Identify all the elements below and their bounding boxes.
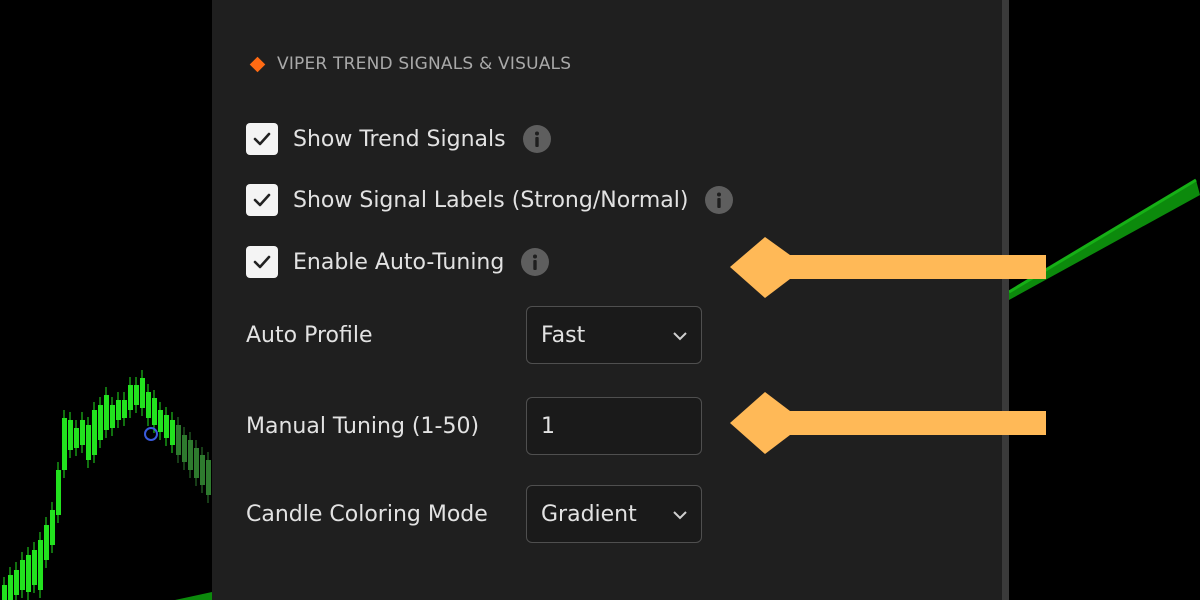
candle-coloring-mode-select[interactable]: Gradient bbox=[526, 485, 702, 543]
candle-body bbox=[164, 415, 169, 438]
auto-profile-label: Auto Profile bbox=[246, 323, 373, 348]
candle-body bbox=[44, 525, 49, 560]
candle-body bbox=[26, 555, 31, 592]
info-icon[interactable] bbox=[705, 186, 734, 214]
candle-body bbox=[110, 405, 115, 428]
candle-body bbox=[182, 435, 187, 462]
chevron-down-icon bbox=[673, 511, 687, 520]
candle-body bbox=[2, 585, 7, 600]
candle-body bbox=[38, 540, 43, 590]
manual-tuning-input[interactable]: 1 bbox=[526, 397, 702, 455]
manual-tuning-label: Manual Tuning (1-50) bbox=[246, 414, 480, 439]
show-signal-labels-label[interactable]: Show Signal Labels (Strong/Normal) bbox=[293, 188, 688, 213]
checkbox-row-enable-auto-tuning[interactable]: Enable Auto-Tuning bbox=[246, 245, 550, 279]
candle-body bbox=[32, 550, 37, 585]
auto-profile-select[interactable]: Fast bbox=[526, 306, 702, 364]
show-signal-labels-checkbox[interactable] bbox=[246, 184, 278, 216]
candle-coloring-mode-value: Gradient bbox=[541, 501, 637, 527]
show-trend-signals-label[interactable]: Show Trend Signals bbox=[293, 127, 506, 152]
candles-group bbox=[2, 370, 211, 600]
candle-body bbox=[56, 470, 61, 515]
candle-body bbox=[140, 378, 145, 408]
candle-body bbox=[122, 400, 127, 418]
candle-body bbox=[92, 410, 97, 455]
candle-body bbox=[14, 570, 19, 595]
candle-body bbox=[104, 395, 109, 430]
checkbox-row-show-signal-labels[interactable]: Show Signal Labels (Strong/Normal) bbox=[246, 183, 734, 217]
candle-body bbox=[134, 385, 139, 405]
candle-body bbox=[200, 455, 205, 485]
enable-auto-tuning-checkbox[interactable] bbox=[246, 246, 278, 278]
candle-body bbox=[158, 410, 163, 432]
checkbox-row-show-trend-signals[interactable]: Show Trend Signals bbox=[246, 122, 551, 156]
candle-body bbox=[8, 575, 13, 600]
candle-coloring-mode-label: Candle Coloring Mode bbox=[246, 502, 488, 527]
panel-scrollbar-edge bbox=[1002, 0, 1009, 600]
trend-ribbon bbox=[1009, 180, 1200, 300]
candle-body bbox=[188, 440, 193, 470]
candle-body bbox=[50, 510, 55, 545]
trend-ribbon-lower bbox=[175, 592, 212, 600]
candle-body bbox=[146, 392, 151, 418]
candle-body bbox=[98, 405, 103, 440]
candle-body bbox=[128, 385, 133, 410]
candle-body bbox=[116, 400, 121, 420]
enable-auto-tuning-label[interactable]: Enable Auto-Tuning bbox=[293, 250, 504, 275]
candle-body bbox=[176, 425, 181, 455]
candle-body bbox=[170, 420, 175, 445]
checkmark-icon bbox=[253, 255, 271, 269]
checkmark-icon bbox=[253, 132, 271, 146]
candle-body bbox=[194, 448, 199, 478]
candle-body bbox=[62, 418, 67, 470]
chevron-down-icon bbox=[673, 332, 687, 341]
section-title: VIPER TREND SIGNALS & VISUALS bbox=[277, 54, 572, 74]
trend-ribbon-edge bbox=[1008, 178, 1197, 294]
section-header: VIPER TREND SIGNALS & VISUALS bbox=[249, 54, 572, 74]
auto-profile-value: Fast bbox=[541, 322, 586, 348]
diamond-icon bbox=[249, 56, 266, 72]
signal-marker bbox=[144, 427, 158, 441]
show-trend-signals-checkbox[interactable] bbox=[246, 123, 278, 155]
manual-tuning-value: 1 bbox=[541, 413, 555, 439]
candle-body bbox=[86, 425, 91, 460]
candle-body bbox=[20, 560, 25, 590]
checkmark-icon bbox=[253, 193, 271, 207]
candle-body bbox=[68, 420, 73, 450]
candle-body bbox=[74, 428, 79, 448]
candle-body bbox=[80, 420, 85, 445]
settings-panel: VIPER TREND SIGNALS & VISUALS Show Trend… bbox=[212, 0, 1002, 600]
info-icon[interactable] bbox=[522, 125, 551, 153]
candle-body bbox=[206, 460, 211, 495]
candle-body bbox=[152, 398, 157, 425]
info-icon[interactable] bbox=[521, 248, 550, 276]
